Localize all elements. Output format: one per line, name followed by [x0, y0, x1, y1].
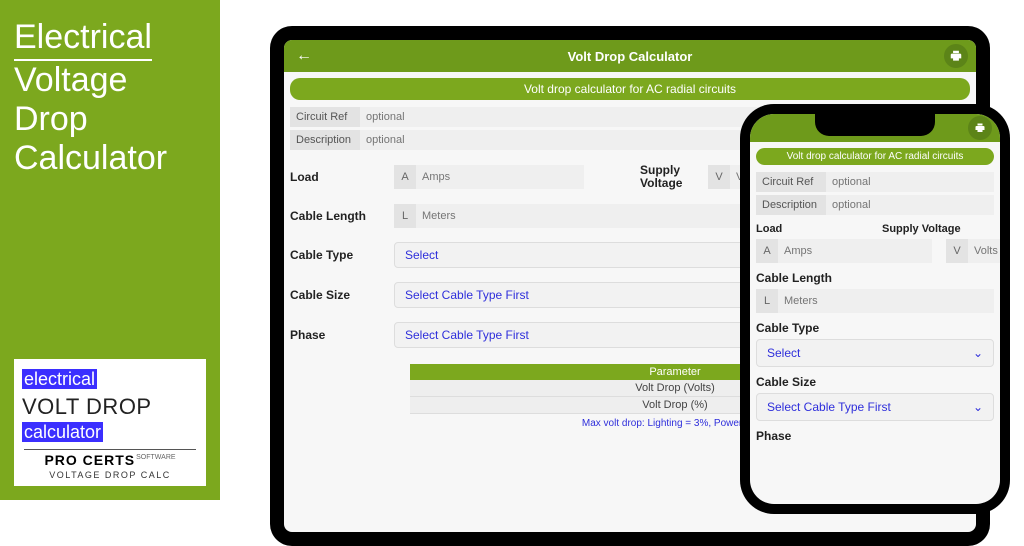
logo-line-3: calculator [22, 422, 198, 443]
banner-phone: Volt drop calculator for AC radial circu… [756, 148, 994, 165]
promo-line-4: Calculator [14, 139, 167, 177]
length-unit-chip: L [756, 289, 778, 313]
promo-line-2: Voltage [14, 61, 127, 99]
cable-type-label: Cable Type [756, 321, 994, 335]
app-header: ← Volt Drop Calculator [284, 40, 976, 72]
back-icon[interactable]: ← [292, 44, 316, 68]
length-input[interactable] [778, 289, 994, 313]
load-unit-chip: A [394, 165, 416, 189]
promo-title: Electrical Voltage Drop Calculator [0, 0, 220, 178]
logo-line-1: electrical [22, 369, 198, 390]
supply-unit-chip: V [946, 239, 968, 263]
logo-card: electrical VOLT DROP calculator PRO CERT… [14, 359, 206, 486]
load-unit-chip: A [756, 239, 778, 263]
length-label: Cable Length [756, 271, 994, 285]
length-label: Cable Length [290, 209, 386, 223]
device-stage: ← Volt Drop Calculator Volt drop calcula… [220, 0, 1024, 500]
supply-unit-chip: V [708, 165, 730, 189]
cable-type-select[interactable]: Select⌄ [756, 339, 994, 367]
phone-notch [815, 114, 935, 136]
circuit-ref-label: Circuit Ref [756, 172, 826, 192]
divider [24, 449, 196, 450]
promo-sidebar: Electrical Voltage Drop Calculator elect… [0, 0, 220, 500]
supply-input[interactable] [968, 239, 1000, 263]
phase-label: Phase [756, 429, 994, 443]
logo-subtitle: VOLTAGE DROP CALC [22, 470, 198, 480]
chevron-down-icon: ⌄ [973, 346, 983, 360]
description-input[interactable] [826, 195, 994, 215]
cable-size-label: Cable Size [290, 288, 386, 302]
page-title: Volt Drop Calculator [568, 49, 693, 64]
logo-brand: PRO CERTSSOFTWARE [22, 452, 198, 468]
load-label: Load [290, 170, 386, 184]
cable-type-label: Cable Type [290, 248, 386, 262]
phone-screen: Volt drop calculator for AC radial circu… [750, 114, 1000, 504]
banner: Volt drop calculator for AC radial circu… [290, 78, 970, 100]
print-icon[interactable] [944, 44, 968, 68]
print-icon[interactable] [968, 116, 992, 140]
promo-line-3: Drop [14, 100, 88, 138]
circuit-ref-label: Circuit Ref [290, 107, 360, 127]
phone-frame: Volt drop calculator for AC radial circu… [740, 104, 1010, 514]
logo-line-2: VOLT DROP [22, 394, 198, 420]
cable-size-select[interactable]: Select Cable Type First⌄ [756, 393, 994, 421]
length-unit-chip: L [394, 204, 416, 228]
phase-label: Phase [290, 328, 386, 342]
description-label: Description [756, 195, 826, 215]
supply-label: SupplyVoltage [640, 164, 700, 190]
circuit-ref-input[interactable] [826, 172, 994, 192]
form-body-phone: Circuit Ref Description Load Supply Volt… [750, 169, 1000, 504]
supply-label: Supply Voltage [882, 223, 961, 235]
cable-size-label: Cable Size [756, 375, 994, 389]
promo-line-1: Electrical [14, 18, 152, 61]
load-label: Load [756, 223, 782, 235]
load-input[interactable] [416, 165, 584, 189]
load-input[interactable] [778, 239, 932, 263]
chevron-down-icon: ⌄ [973, 400, 983, 414]
description-label: Description [290, 130, 360, 150]
